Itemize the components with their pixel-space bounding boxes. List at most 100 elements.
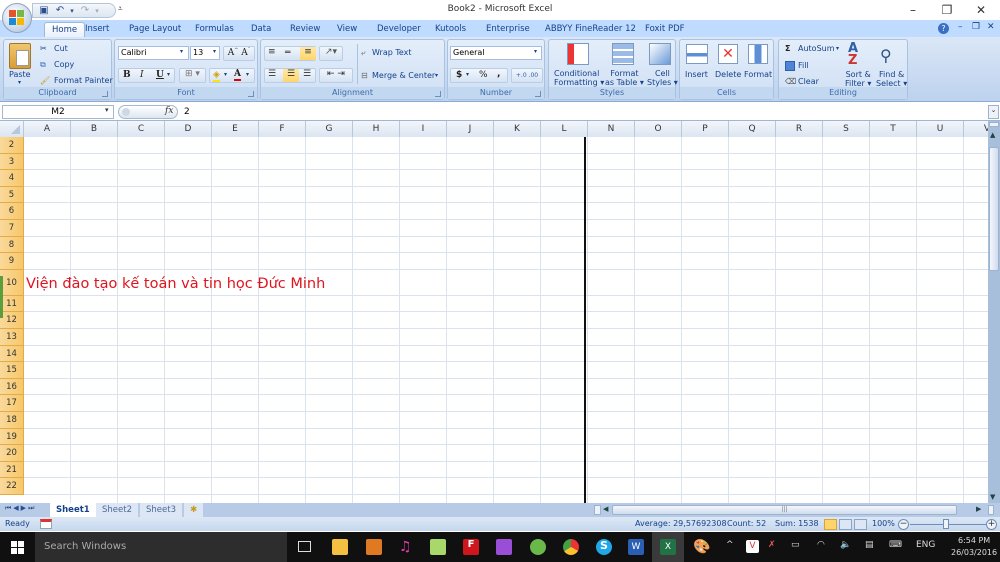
find-select-button[interactable]: Find & Select ▾ bbox=[876, 70, 907, 88]
tab-kutools[interactable]: Kutools bbox=[428, 22, 473, 38]
column-header-q[interactable]: Q bbox=[729, 121, 776, 137]
volume-icon[interactable]: 🔈 bbox=[840, 540, 851, 550]
cell-styles-button[interactable]: Cell Styles ▾ bbox=[647, 69, 678, 87]
row-header-12[interactable]: 12 bbox=[0, 312, 24, 329]
column-header-o[interactable]: O bbox=[635, 121, 682, 137]
skype-icon[interactable]: S bbox=[596, 539, 612, 555]
tab-review[interactable]: Review bbox=[283, 22, 327, 38]
scroll-right-icon[interactable]: ▶ bbox=[976, 505, 981, 513]
bold-button[interactable]: B bbox=[123, 70, 131, 80]
row-header-8[interactable]: 8 bbox=[0, 236, 24, 254]
clipboard-dialog-launcher[interactable] bbox=[102, 91, 108, 97]
format-painter-button[interactable]: Format Painter bbox=[54, 76, 113, 85]
undo-dropdown-icon[interactable]: ▾ bbox=[66, 5, 78, 17]
redo-icon[interactable]: ↷ bbox=[79, 5, 91, 17]
borders-button[interactable]: ⊞ ▾ bbox=[179, 68, 206, 83]
keyboard-icon[interactable]: ⌨ bbox=[889, 540, 902, 550]
column-header-h[interactable]: H bbox=[353, 121, 400, 137]
hsplit-box[interactable] bbox=[988, 505, 994, 515]
redo-dropdown-icon[interactable]: ▾ bbox=[91, 5, 103, 17]
column-header-f[interactable]: F bbox=[259, 121, 306, 137]
font-color-icon[interactable]: A bbox=[234, 69, 241, 81]
tab-data[interactable]: Data bbox=[244, 22, 278, 38]
scroll-left-icon[interactable]: ◀ bbox=[603, 505, 608, 513]
autosum-dropdown-icon[interactable]: ▾ bbox=[836, 45, 839, 52]
tab-abbyy[interactable]: ABBYY FineReader 12 bbox=[538, 22, 643, 38]
column-header-j[interactable]: J bbox=[447, 121, 494, 137]
insert-cells-button[interactable]: Insert bbox=[685, 70, 708, 79]
format-cells-button[interactable]: Format bbox=[744, 70, 772, 79]
file-explorer-icon[interactable] bbox=[332, 539, 348, 555]
tray-app-icon[interactable]: ✗ bbox=[768, 540, 776, 550]
sticky-notes-icon[interactable] bbox=[430, 539, 446, 555]
coccoc-browser-icon[interactable] bbox=[530, 539, 546, 555]
ribbon-close-button[interactable]: ✕ bbox=[987, 22, 995, 32]
music-app-icon[interactable]: ♫ bbox=[399, 539, 415, 555]
align-left-icon[interactable]: ☰ bbox=[268, 69, 276, 79]
zoom-in-button[interactable]: + bbox=[986, 519, 997, 530]
column-header-d[interactable]: D bbox=[165, 121, 212, 137]
row-header-14[interactable]: 14 bbox=[0, 345, 24, 363]
row-header-13[interactable]: 13 bbox=[0, 329, 24, 346]
tab-enterprise[interactable]: Enterprise bbox=[479, 22, 537, 38]
battery-icon[interactable]: ▭ bbox=[791, 540, 800, 550]
fill-color-icon[interactable]: ◈ bbox=[213, 70, 220, 82]
row-header-19[interactable]: 19 bbox=[0, 428, 24, 446]
sheet-nav-buttons[interactable]: ⏮◀▶⏭ bbox=[5, 504, 36, 513]
underline-button[interactable]: U bbox=[156, 70, 164, 80]
excel-icon[interactable]: X bbox=[660, 539, 676, 555]
tab-formulas[interactable]: Formulas bbox=[188, 22, 241, 38]
action-center-icon[interactable]: ▤ bbox=[865, 540, 874, 550]
sheet-tab-sheet3[interactable]: Sheet3 bbox=[140, 503, 182, 517]
row-header-6[interactable]: 6 bbox=[0, 203, 24, 220]
row-header-22[interactable]: 22 bbox=[0, 478, 24, 495]
column-header-p[interactable]: P bbox=[682, 121, 729, 137]
name-box-dropdown-icon[interactable]: ▾ bbox=[105, 106, 109, 114]
decimal-buttons[interactable]: +.0 .00 bbox=[511, 68, 543, 83]
row-header-16[interactable]: 16 bbox=[0, 378, 24, 396]
media-player-icon[interactable] bbox=[366, 539, 382, 555]
column-header-r[interactable]: R bbox=[776, 121, 823, 137]
sheet-tab-sheet2[interactable]: Sheet2 bbox=[96, 503, 138, 517]
formula-bar-handle-icon[interactable] bbox=[122, 108, 130, 116]
row-header-3[interactable]: 3 bbox=[0, 153, 24, 171]
column-header-k[interactable]: K bbox=[494, 121, 541, 137]
column-header-c[interactable]: C bbox=[118, 121, 165, 137]
format-as-table-button[interactable]: Format as Table ▾ bbox=[605, 69, 644, 87]
column-header-g[interactable]: G bbox=[306, 121, 353, 137]
antivirus-icon[interactable]: V bbox=[746, 540, 759, 553]
wrap-text-button[interactable]: Wrap Text bbox=[372, 48, 412, 57]
page-layout-view-button[interactable] bbox=[839, 519, 852, 530]
row-header-15[interactable]: 15 bbox=[0, 362, 24, 379]
copy-button[interactable]: Copy bbox=[54, 60, 74, 69]
help-icon[interactable]: ? bbox=[938, 23, 949, 34]
ribbon-minimize-button[interactable]: – bbox=[958, 22, 963, 32]
tab-developer[interactable]: Developer bbox=[370, 22, 428, 38]
wifi-icon[interactable]: ◠ bbox=[817, 540, 825, 550]
restore-button[interactable]: ❐ bbox=[936, 2, 958, 18]
macro-record-icon[interactable] bbox=[40, 519, 52, 529]
windows-start-icon[interactable] bbox=[11, 541, 24, 554]
row-header-2[interactable]: 2 bbox=[0, 137, 24, 154]
select-all-button[interactable] bbox=[0, 121, 24, 137]
font-name-dropdown-icon[interactable]: ▾ bbox=[180, 48, 183, 55]
row-header-20[interactable]: 20 bbox=[0, 445, 24, 462]
tab-split-handle[interactable] bbox=[594, 505, 601, 515]
split-box[interactable] bbox=[989, 122, 999, 127]
row-header-21[interactable]: 21 bbox=[0, 461, 24, 479]
fill-button[interactable]: Fill bbox=[798, 61, 809, 70]
fill-color-dropdown-icon[interactable]: ▾ bbox=[224, 71, 227, 78]
close-button[interactable]: ✕ bbox=[970, 2, 992, 18]
zoom-slider-thumb[interactable] bbox=[943, 519, 949, 529]
merge-dropdown-icon[interactable]: ▾ bbox=[435, 72, 438, 79]
sheet-tab-sheet1[interactable]: Sheet1 bbox=[50, 503, 96, 517]
align-middle-icon[interactable]: ═ bbox=[285, 48, 290, 58]
normal-view-button[interactable] bbox=[824, 519, 837, 530]
clock[interactable]: 6:54 PM 26/03/2016 bbox=[951, 535, 997, 559]
clear-button[interactable]: Clear bbox=[798, 77, 819, 86]
language-indicator[interactable]: ENG bbox=[916, 540, 935, 550]
column-header-b[interactable]: B bbox=[71, 121, 118, 137]
currency-button[interactable]: $ bbox=[456, 70, 462, 80]
name-box[interactable]: M2 bbox=[2, 105, 114, 119]
merge-center-button[interactable]: Merge & Center bbox=[372, 71, 435, 80]
